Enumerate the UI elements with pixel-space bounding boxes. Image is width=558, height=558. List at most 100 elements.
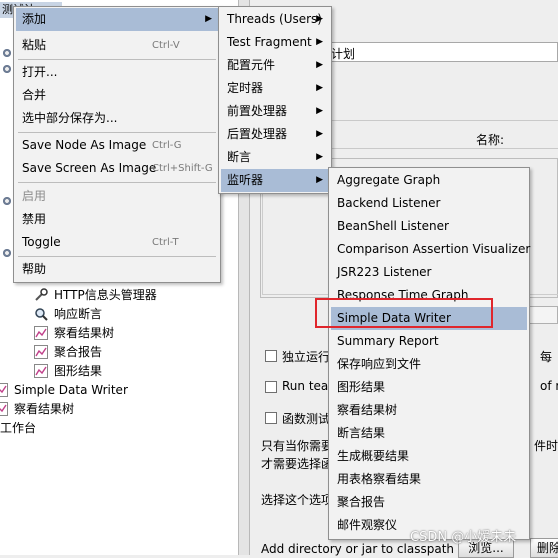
submenu-arrow-icon: ▶ [316,106,323,116]
listener-submenu: Aggregate Graph Backend Listener BeanShe… [328,167,530,540]
checkbox-label-tail: of m [540,379,558,393]
submenu-arrow-icon: ▶ [316,60,323,70]
chart-icon [34,326,48,340]
menu-item-label: 断言 [227,150,252,164]
menu-item-label: 后置处理器 [227,127,288,141]
menu-item-aggregate-report[interactable]: 聚合报告 [331,491,527,514]
tree-item-label: 聚合报告 [54,345,103,359]
checkbox-label: Run tear [282,379,334,393]
menu-item-label: 用表格察看结果 [337,472,422,486]
wrench-icon [35,288,48,301]
menu-item-assertion-results[interactable]: 断言结果 [331,422,527,445]
run-teardown-checkbox[interactable] [265,381,277,393]
tree-item-label: 图形结果 [54,364,103,378]
menu-item-help[interactable]: 帮助 [16,258,218,281]
submenu-arrow-icon: ▶ [316,83,323,93]
menu-item-beanshell-listener[interactable]: BeanShell Listener [331,215,527,238]
tree-item-label: 工作台 [0,421,37,435]
menu-item-label: 配置元件 [227,58,276,72]
submenu-arrow-icon: ▶ [316,14,323,24]
menu-separator [18,256,216,257]
chart-icon [0,402,8,416]
menu-item-open[interactable]: 打开... [16,61,218,84]
menu-item-label: 断言结果 [337,426,386,440]
menu-item-threads-users[interactable]: Threads (Users) ▶ [221,8,329,31]
menu-item-label: Backend Listener [337,196,441,210]
menu-item-label: Comparison Assertion Visualizer [337,242,531,256]
menu-item-merge[interactable]: 合并 [16,84,218,107]
delete-button-label: 删除 [537,541,558,555]
chart-icon [34,364,48,378]
menu-shortcut: Ctrl+Shift-G [152,163,213,174]
checkbox-label-tail: 每 [540,350,553,364]
name-field-value: 计划 [331,47,356,61]
submenu-arrow-icon: ▶ [205,14,212,24]
watermark-text: CSDN @小嫒未未 [410,530,517,545]
context-menu: 添加 ▶ 粘贴 Ctrl-V 打开... 合并 选中部分保存为... Save … [13,6,221,283]
tree-item-label: Simple Data Writer [14,383,128,397]
magnifier-icon [35,308,48,321]
menu-item-backend-listener[interactable]: Backend Listener [331,192,527,215]
menu-item-pre-processor[interactable]: 前置处理器 ▶ [221,100,329,123]
delete-button[interactable]: 删除 [530,538,558,558]
note-text-tail: 件时 [534,439,558,453]
menu-item-label: Toggle [22,235,61,249]
checkbox-label: 独立运行 [282,350,331,364]
menu-separator [18,182,216,183]
menu-item-save-node-as-image[interactable]: Save Node As Image Ctrl-G [16,134,218,157]
menu-item-disable[interactable]: 禁用 [16,208,218,231]
functional-test-mode-checkbox[interactable] [265,412,277,424]
menu-item-assertion[interactable]: 断言 ▶ [221,146,329,169]
submenu-arrow-icon: ▶ [316,175,323,185]
gear-icon [2,196,12,206]
menu-item-comparison-assertion-visualizer[interactable]: Comparison Assertion Visualizer [331,238,531,261]
menu-item-view-results-tree[interactable]: 察看结果树 [331,399,527,422]
chart-icon [34,345,48,359]
menu-item-label: 邮件观察仪 [337,518,398,532]
menu-item-jsr223-listener[interactable]: JSR223 Listener [331,261,527,284]
name-field[interactable]: 计划 [328,42,558,62]
menu-item-summary-report[interactable]: Summary Report [331,330,527,353]
menu-separator [18,59,216,60]
submenu-arrow-icon: ▶ [316,37,323,47]
menu-item-config-element[interactable]: 配置元件 ▶ [221,54,329,77]
tree-item-label: 察看结果树 [14,402,75,416]
gear-icon [2,64,12,74]
menu-item-view-results-in-table[interactable]: 用表格察看结果 [331,468,527,491]
menu-item-add[interactable]: 添加 ▶ [16,8,218,31]
menu-item-graph-results[interactable]: 图形结果 [331,376,527,399]
menu-item-label: 粘贴 [22,38,47,52]
menu-item-enable: 启用 [16,185,218,208]
menu-item-listener[interactable]: 监听器 ▶ [221,169,329,192]
menu-item-aggregate-graph[interactable]: Aggregate Graph [331,169,527,192]
menu-item-post-processor[interactable]: 后置处理器 ▶ [221,123,329,146]
menu-item-label: 保存响应到文件 [337,357,422,371]
checkbox-label: 函数测试 [282,412,331,426]
menu-item-label: 禁用 [22,212,47,226]
menu-item-label: 监听器 [227,173,264,187]
menu-item-label: Save Screen As Image [22,161,157,175]
run-groups-consecutively-checkbox[interactable] [265,350,277,362]
select-option-text: 选择这个选项 [261,493,334,507]
menu-item-save-selection-as[interactable]: 选中部分保存为... [16,107,218,130]
menu-item-label: 选中部分保存为... [22,111,118,125]
menu-item-label: Test Fragment [227,35,312,49]
menu-item-label: 图形结果 [337,380,386,394]
menu-item-save-screen-as-image[interactable]: Save Screen As Image Ctrl+Shift-G [16,157,218,180]
add-submenu: Threads (Users) ▶ Test Fragment ▶ 配置元件 ▶… [218,6,332,194]
menu-item-toggle[interactable]: Toggle Ctrl-T [16,231,218,254]
menu-item-label: 启用 [22,189,47,203]
menu-item-save-responses-to-file[interactable]: 保存响应到文件 [331,353,527,376]
menu-item-generate-summary-results[interactable]: 生成概要结果 [331,445,527,468]
tree-item-label: 响应断言 [54,307,103,321]
menu-item-label: 合并 [22,88,47,102]
note-text: 才需要选择函 [261,457,334,471]
menu-item-label: Aggregate Graph [337,173,441,187]
menu-item-paste[interactable]: 粘贴 Ctrl-V [16,34,218,57]
chart-icon [0,383,8,397]
menu-item-test-fragment[interactable]: Test Fragment ▶ [221,31,329,54]
menu-item-label: BeanShell Listener [337,219,449,233]
gear-icon [2,248,12,258]
note-text: 只有当你需要 [261,439,334,453]
menu-item-timer[interactable]: 定时器 ▶ [221,77,329,100]
